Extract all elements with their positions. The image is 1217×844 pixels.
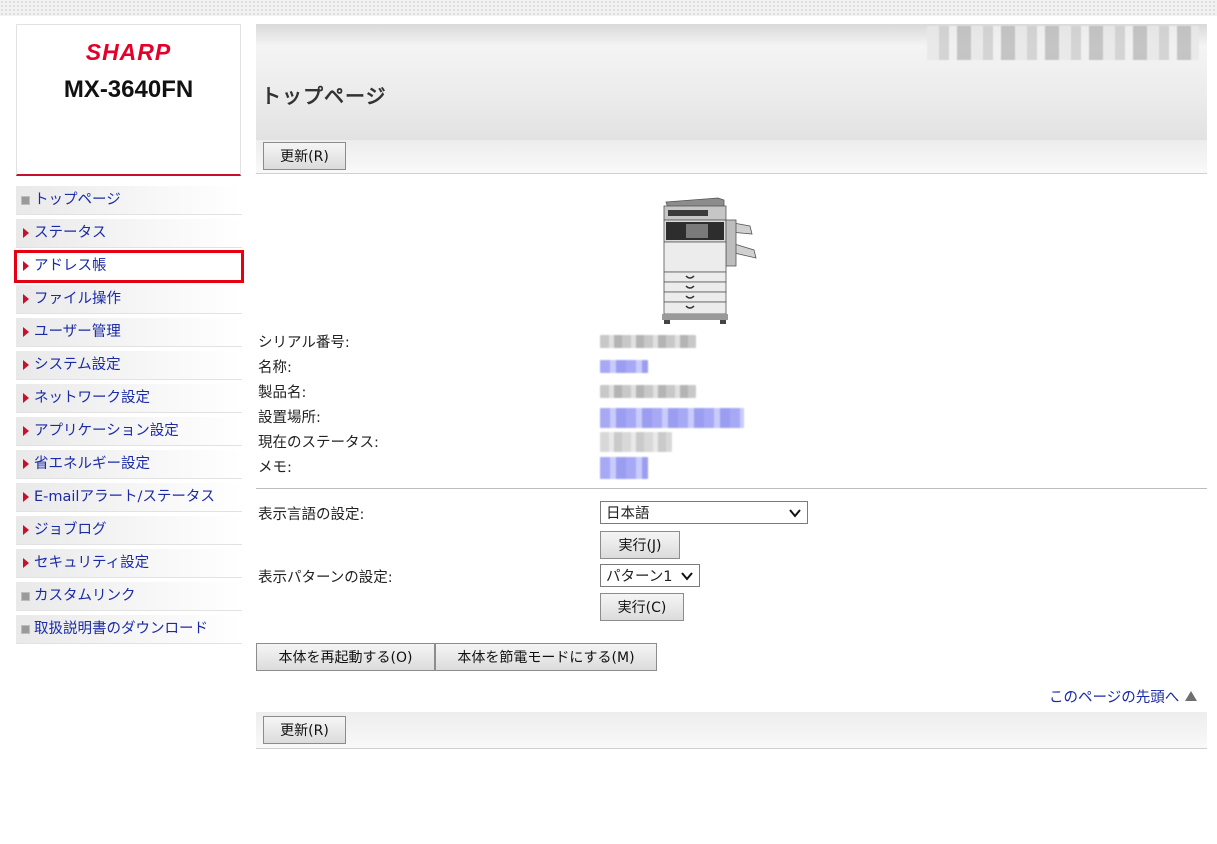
sidebar-item-label: 省エネルギー設定 [34, 455, 150, 472]
sidebar-item-status[interactable]: ステータス [16, 219, 242, 248]
display-language-select[interactable]: 日本語 [600, 501, 808, 524]
sidebar-item-label: ファイル操作 [34, 290, 121, 307]
sidebar-nav: トップページ ステータス アドレス帳 ファイル操作 ユーザー管理 システム設定 … [14, 186, 244, 648]
serial-number-value-redacted [600, 335, 696, 348]
sidebar-item-custom-link[interactable]: カスタムリンク [16, 582, 242, 611]
current-status-value-redacted [600, 432, 672, 452]
sidebar-item-label: アプリケーション設定 [34, 422, 179, 439]
square-bullet-icon [16, 591, 32, 601]
page-header: トップページ [256, 24, 1207, 140]
triangle-right-icon [16, 393, 32, 403]
triangle-right-icon [16, 294, 32, 304]
sidebar-item-email-alert[interactable]: E-mailアラート/ステータス [16, 483, 242, 512]
triangle-right-icon [16, 525, 32, 535]
sidebar-item-label: ネットワーク設定 [34, 389, 150, 406]
chevron-down-icon [681, 572, 693, 581]
power-save-button[interactable]: 本体を節電モードにする(M) [435, 643, 657, 671]
square-bullet-icon [16, 624, 32, 634]
sidebar-item-label: ジョブログ [34, 521, 107, 538]
sidebar-item-label: カスタムリンク [34, 587, 136, 604]
triangle-up-icon [1185, 691, 1198, 701]
display-language-value: 日本語 [606, 506, 650, 522]
name-value-redacted [600, 360, 648, 373]
triangle-right-icon [16, 558, 32, 568]
language-execute-button[interactable]: 実行(J) [600, 531, 680, 559]
top-toolbar: 更新(R) [256, 140, 1207, 174]
location-value-redacted [600, 408, 744, 428]
section-divider [256, 488, 1207, 489]
pattern-execute-button[interactable]: 実行(C) [600, 593, 684, 621]
triangle-right-icon [16, 459, 32, 469]
display-language-label: 表示言語の設定: [258, 507, 365, 523]
sidebar-item-user-management[interactable]: ユーザー管理 [16, 318, 242, 347]
display-pattern-label: 表示パターンの設定: [258, 570, 393, 586]
sidebar-item-label: セキュリティ設定 [34, 554, 150, 571]
top-pattern-strip [0, 0, 1217, 16]
current-status-label: 現在のステータス: [258, 435, 379, 451]
sidebar-item-label: システム設定 [34, 356, 121, 373]
sidebar-item-top-page[interactable]: トップページ [16, 186, 242, 215]
logo-panel: SHARP MX-3640FN [16, 24, 241, 176]
sharp-logo: SHARP [85, 39, 172, 65]
sidebar-item-label: ユーザー管理 [34, 323, 121, 340]
triangle-right-icon [16, 261, 32, 271]
memo-value-redacted [600, 457, 648, 479]
page-title: トップページ [261, 84, 387, 108]
chevron-down-icon [789, 509, 801, 518]
name-label: 名称: [258, 360, 292, 376]
triangle-right-icon [16, 492, 32, 502]
sidebar-item-energy-saving[interactable]: 省エネルギー設定 [16, 450, 242, 479]
location-label: 設置場所: [258, 410, 321, 426]
display-pattern-value: パターン1 [606, 569, 673, 585]
triangle-right-icon [16, 327, 32, 337]
triangle-right-icon [16, 228, 32, 238]
triangle-right-icon [16, 360, 32, 370]
triangle-right-icon [16, 426, 32, 436]
model-name: MX-3640FN [63, 76, 194, 103]
sidebar-item-network-settings[interactable]: ネットワーク設定 [16, 384, 242, 413]
reboot-button[interactable]: 本体を再起動する(O) [256, 643, 435, 671]
sidebar-item-file-operations[interactable]: ファイル操作 [16, 285, 242, 314]
display-pattern-select[interactable]: パターン1 [600, 564, 700, 587]
sidebar-item-security-settings[interactable]: セキュリティ設定 [16, 549, 242, 578]
refresh-button-bottom[interactable]: 更新(R) [263, 716, 346, 744]
serial-number-label: シリアル番号: [258, 335, 350, 351]
bottom-toolbar: 更新(R) [256, 712, 1207, 749]
square-bullet-icon [16, 195, 32, 205]
product-name-label: 製品名: [258, 385, 307, 401]
sidebar-item-manual-download[interactable]: 取扱説明書のダウンロード [16, 615, 242, 644]
product-name-value-redacted [600, 385, 696, 398]
sidebar-item-label: 取扱説明書のダウンロード [34, 620, 208, 637]
sidebar-item-job-log[interactable]: ジョブログ [16, 516, 242, 545]
refresh-button-top[interactable]: 更新(R) [263, 142, 346, 170]
sidebar-item-label: トップページ [34, 191, 121, 208]
printer-image [662, 197, 757, 324]
sidebar-item-application-settings[interactable]: アプリケーション設定 [16, 417, 242, 446]
sidebar-item-label: E-mailアラート/ステータス [34, 488, 215, 505]
sidebar-item-label: ステータス [34, 224, 107, 241]
page-top-link[interactable]: このページの先頭へ [1049, 686, 1198, 707]
page-top-label: このページの先頭へ [1049, 690, 1180, 706]
sidebar-item-label: アドレス帳 [34, 257, 107, 274]
user-info-redacted [927, 26, 1199, 60]
sidebar-item-system-settings[interactable]: システム設定 [16, 351, 242, 380]
memo-label: メモ: [258, 460, 292, 476]
sidebar-item-address-book[interactable]: アドレス帳 [14, 250, 244, 283]
